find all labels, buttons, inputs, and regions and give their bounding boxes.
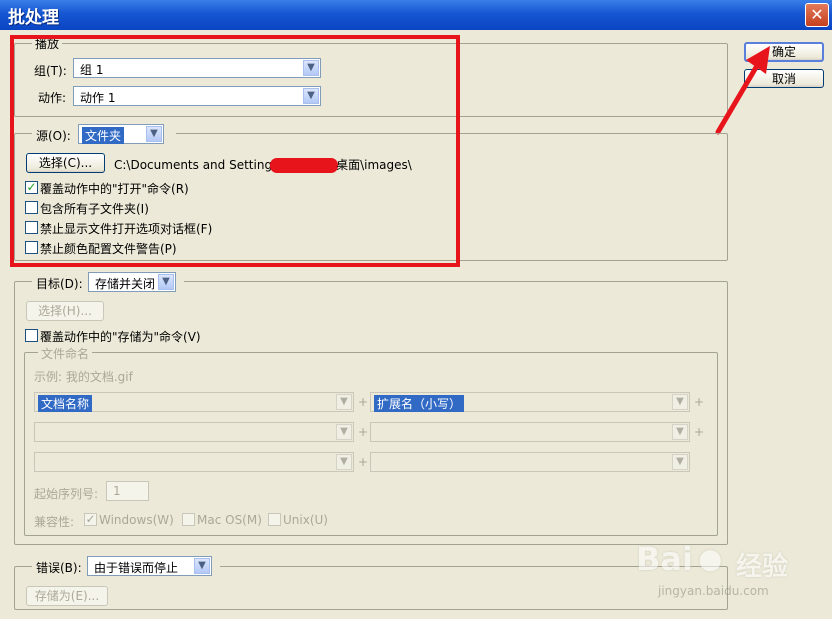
destination-label: 目标(D): [36,277,83,291]
title-bar [0,0,832,30]
naming-field-2-value: 扩展名（小写） [374,395,465,412]
annotation-arrow [715,46,770,135]
chevron-down-icon: ▼ [336,454,352,470]
errors-select[interactable]: 由于错误而停止 ▼ [87,556,212,576]
chevron-down-icon: ▼ [672,454,688,470]
compat-checkbox[interactable] [268,513,281,526]
override-save-label: 覆盖动作中的"存储为"命令(V) [40,330,201,344]
serial-label: 起始序列号: [34,487,99,501]
naming-field-3[interactable]: ▼ [34,422,354,442]
override-save-checkbox[interactable] [25,329,38,342]
annotation-highlight-box [10,35,460,267]
file-naming-legend: 文件命名 [38,345,93,362]
naming-field-5[interactable]: ▼ [34,452,354,472]
paw-icon: ● [698,542,723,575]
destination-select[interactable]: 存储并关闭 ▼ [88,272,176,292]
close-button[interactable]: ✕ [805,3,829,27]
compat-checkbox[interactable]: ✓ [84,513,97,526]
compat-option-label: Mac OS(M) [197,513,262,527]
watermark: Bai ● 经验 jingyan.baidu.com [636,540,826,612]
errors-value: 由于错误而停止 [94,561,179,575]
chevron-down-icon: ▼ [672,394,688,410]
chevron-down-icon: ▼ [336,424,352,440]
close-icon: ✕ [810,5,824,24]
naming-field-1[interactable]: 文档名称 ▼ [34,392,354,412]
chevron-down-icon: ▼ [158,274,174,290]
plus-sign: + [358,395,369,409]
compat-label: 兼容性: [34,515,75,529]
chevron-down-icon: ▼ [672,424,688,440]
naming-field-1-value: 文档名称 [38,395,93,412]
chevron-down-icon: ▼ [194,558,210,574]
compat-option-label: Unix(U) [283,513,328,527]
plus-sign: + [358,455,369,469]
naming-field-6[interactable]: ▼ [370,452,690,472]
window-title: 批处理 [8,8,59,28]
chevron-down-icon: ▼ [336,394,352,410]
serial-input[interactable]: 1 [106,481,149,501]
watermark-url: jingyan.baidu.com [658,584,769,598]
naming-example: 示例: 我的文档.gif [34,370,133,384]
plus-sign: + [694,395,705,409]
compat-option-label: Windows(W) [99,513,174,527]
errors-save-as-button[interactable]: 存储为(E)... [26,586,108,606]
watermark-brand: Bai [636,540,693,578]
destination-choose-button[interactable]: 选择(H)... [26,301,104,321]
naming-field-4[interactable]: ▼ [370,422,690,442]
errors-label: 错误(B): [36,561,82,575]
watermark-brand-suffix: 经验 [736,552,789,582]
destination-value: 存储并关闭 [95,277,156,291]
plus-sign: + [358,425,369,439]
naming-field-2[interactable]: 扩展名（小写） ▼ [370,392,690,412]
plus-sign: + [694,425,705,439]
compat-checkbox[interactable] [182,513,195,526]
